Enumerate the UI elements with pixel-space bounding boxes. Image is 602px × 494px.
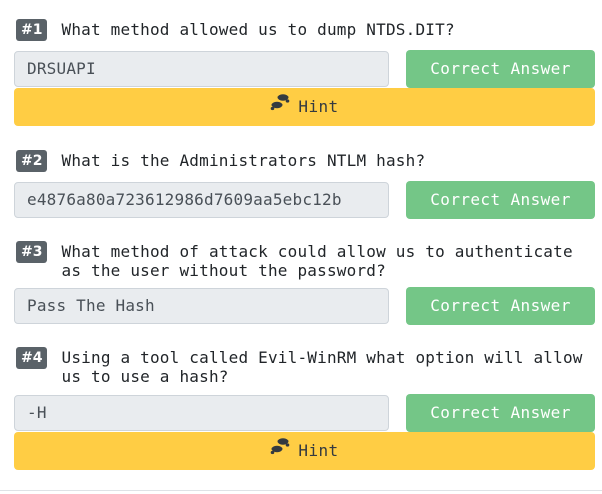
correct-answer-button[interactable]: Correct Answer (406, 287, 595, 325)
answer-field[interactable]: e4876a80a723612986d7609aa5ebc12b (14, 182, 389, 218)
hint-label: Hint (298, 441, 339, 460)
question-header: #1 What method allowed us to dump NTDS.D… (16, 19, 593, 41)
question-text: What method allowed us to dump NTDS.DIT? (61, 20, 455, 39)
question-number-badge: #1 (16, 19, 48, 41)
footsteps-icon (270, 87, 290, 125)
question-text: What is the Administrators NTLM hash? (61, 151, 426, 170)
answer-field[interactable]: Pass The Hash (14, 288, 389, 324)
correct-answer-button[interactable]: Correct Answer (406, 394, 595, 432)
question-header: #3 What method of attack could allow us … (16, 241, 593, 280)
question-header: #4 Using a tool called Evil-WinRM what o… (16, 347, 593, 386)
footsteps-icon (270, 431, 290, 469)
question-text: Using a tool called Evil-WinRM what opti… (61, 348, 593, 386)
question-text: What method of attack could allow us to … (61, 242, 583, 280)
answer-field[interactable]: DRSUAPI (14, 51, 389, 87)
correct-answer-button[interactable]: Correct Answer (406, 50, 595, 88)
hint-button[interactable]: Hint (14, 88, 595, 126)
hint-label: Hint (298, 97, 339, 116)
answer-field[interactable]: -H (14, 395, 389, 431)
section-divider (0, 490, 602, 491)
question-number-badge: #3 (16, 241, 48, 263)
correct-answer-button[interactable]: Correct Answer (406, 181, 595, 219)
hint-button[interactable]: Hint (14, 432, 595, 470)
question-number-badge: #4 (16, 347, 48, 369)
question-number-badge: #2 (16, 150, 48, 172)
question-header: #2 What is the Administrators NTLM hash? (16, 150, 593, 172)
